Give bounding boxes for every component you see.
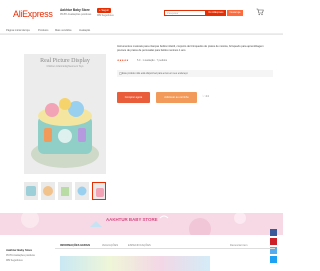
product-tabs: INFORMAÇÕES GERAIS AVALIAÇÕES ESPECIFICA… — [55, 243, 275, 249]
search-aliexpress-button[interactable]: No AliExpress — [206, 10, 226, 16]
product-main-image[interactable]: Real Picture Display Children Infant Enl… — [24, 54, 106, 174]
product-title: Instrumentos musicais para crianças bebê… — [117, 45, 264, 52]
image-subtitle: Children Infant Enlightenment Toys — [46, 65, 84, 68]
followers-count: 989 Seguidores — [97, 14, 114, 17]
facebook-icon[interactable] — [270, 229, 277, 236]
toy-illustration — [31, 98, 99, 168]
store-rating: 95.8% Avaliações positivas — [60, 13, 92, 16]
header-divider — [0, 34, 283, 35]
banner-title: AAKHTUR BABY STORE — [106, 217, 158, 222]
store-nav: Página inicial da loja Produtos Mais ven… — [0, 27, 283, 34]
follow-button[interactable]: + Seguir — [97, 8, 111, 13]
thumbnail-selected[interactable] — [92, 182, 106, 200]
description-image — [60, 256, 210, 271]
search-input[interactable]: Pesquisar — [164, 10, 206, 16]
aliexpress-logo[interactable]: AliExpress — [13, 9, 53, 19]
store-sidebar: Aakhtur Baby Store 95.8% Avaliações posi… — [6, 240, 48, 271]
nav-item-reviews[interactable]: Avaliação — [79, 29, 90, 32]
image-title: Real Picture Display — [40, 58, 90, 64]
cart-icon[interactable] — [256, 8, 264, 16]
image-caption: Real Picture Display Children Infant Enl… — [32, 58, 98, 68]
share-icon[interactable] — [270, 256, 277, 263]
nav-item-products[interactable]: Produtos — [38, 29, 48, 32]
rating-stars: ★★★★★ — [117, 59, 129, 62]
thumbnail[interactable] — [41, 182, 55, 200]
thumbnail-strip — [24, 182, 106, 200]
shipping-notice: Este produto não está disponível para en… — [117, 70, 273, 77]
sidebar-followers: 989 Seguidores — [6, 259, 23, 262]
thumbnail[interactable] — [75, 182, 89, 200]
thumbnail[interactable] — [58, 182, 72, 200]
wishlist-button[interactable]: ♡ 24 — [202, 94, 209, 98]
buy-now-button[interactable]: Comprar agora — [117, 92, 150, 103]
nav-item-bestsellers[interactable]: Mais vendidos — [55, 29, 72, 32]
tab-reviews[interactable]: AVALIAÇÕES — [102, 244, 118, 247]
rating-summary[interactable]: 5.0 · 1 avaliação · 7 pedidos — [137, 59, 167, 62]
sidebar-store-name[interactable]: Aakhtur Baby Store — [6, 248, 32, 252]
report-item-link[interactable]: Denunciar item — [230, 244, 247, 247]
tab-specs[interactable]: ESPECIFICAÇÕES — [128, 244, 151, 247]
search-store-button[interactable]: Nesta loja — [227, 10, 243, 16]
sidebar-store-rating: 95.8% Avaliações positivas — [6, 254, 35, 257]
store-name[interactable]: Aakhtur Baby Store — [60, 8, 90, 12]
tab-overview[interactable]: INFORMAÇÕES GERAIS — [60, 244, 90, 247]
add-to-cart-button[interactable]: Adicionar ao carrinho — [156, 92, 197, 103]
nav-item-home[interactable]: Página inicial da loja — [6, 29, 30, 32]
notice-text: Este produto não está disponível para en… — [122, 72, 188, 75]
info-icon — [118, 72, 122, 75]
thumbnail[interactable] — [24, 182, 38, 200]
